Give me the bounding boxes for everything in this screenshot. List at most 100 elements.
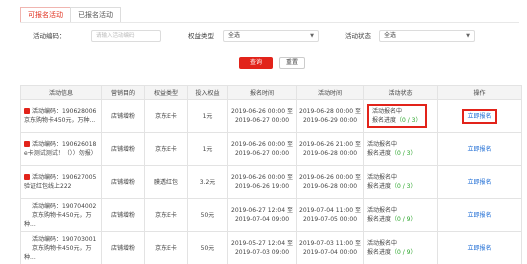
column-header: 营销目的 xyxy=(101,85,145,100)
activity-code: 活动编码：190627005 xyxy=(32,174,97,181)
progress-value: （0 / 3） xyxy=(391,150,417,157)
lock-icon xyxy=(24,140,30,147)
register-now-link[interactable]: 立即报名 xyxy=(467,245,491,252)
reset-button[interactable]: 重置 xyxy=(279,57,305,69)
activity-code: 活动编码：190704002 xyxy=(32,202,97,210)
activity-code: 活动编码：190626018 xyxy=(32,141,97,148)
activity-name: 京东购物卡450元，万种... xyxy=(24,117,96,124)
column-header: 活动信息 xyxy=(20,85,102,100)
progress-value: （0 / 9） xyxy=(391,216,417,223)
activity-status-label: 活动状态 xyxy=(345,32,371,40)
column-header: 操作 xyxy=(437,85,522,100)
table-row: 活动编码：190704002 京东购物卡450元，万种... 店铺增粉 京东E卡… xyxy=(20,198,522,232)
activity-end: 2019-07-05 00:00 xyxy=(302,216,358,223)
benefit-type-select[interactable]: 全选 ▼ xyxy=(223,30,319,42)
activity-info-cell: 活动编码：190703001 京东购物卡450元，万种... xyxy=(20,231,102,264)
status-text: 活动报名中 xyxy=(367,240,398,247)
register-now-link[interactable]: 立即报名 xyxy=(467,113,491,120)
status-text: 活动报名中 xyxy=(367,207,398,214)
amount-cell: 1元 xyxy=(187,132,228,166)
activity-status-value: 全选 xyxy=(384,32,397,39)
signup-start: 2019-06-26 00:00 至 xyxy=(231,174,293,181)
activity-start: 2019-06-26 00:00 至 xyxy=(299,174,361,181)
tab-divider xyxy=(20,22,519,23)
lock-icon xyxy=(24,173,30,180)
purpose-cell: 店铺增粉 xyxy=(101,165,145,199)
signup-time-cell: 2019-06-26 00:00 至 2019-06-26 19:00 xyxy=(227,165,297,199)
activity-info-cell: 活动编码：190627005 验证红包线上222 xyxy=(20,165,102,199)
progress-label: 报名进度 xyxy=(367,216,392,223)
signup-time-cell: 2019-05-27 12:04 至 2019-07-03 09:00 xyxy=(227,231,297,264)
activity-time-cell: 2019-06-26 21:00 至 2019-06-28 00:00 xyxy=(296,132,364,166)
progress-label: 报名进度 xyxy=(372,117,397,124)
benefit-type-cell: 京东E卡 xyxy=(144,99,188,133)
query-button[interactable]: 查询 xyxy=(239,57,273,69)
amount-cell: 50元 xyxy=(187,231,228,264)
action-highlight: 立即报名 xyxy=(462,108,497,124)
status-cell: 活动报名中 报名进度（0 / 3） xyxy=(363,165,438,199)
progress-label: 报名进度 xyxy=(367,150,392,157)
purpose-cell: 店铺增粉 xyxy=(101,231,145,264)
status-cell: 活动报名中 报名进度（0 / 9） xyxy=(363,198,438,232)
table-row: 活动编码：190627005 验证红包线上222 店铺增粉 膜透红包 3.2元 … xyxy=(20,165,522,199)
progress-label: 报名进度 xyxy=(367,183,392,190)
benefit-type-cell: 京东E卡 xyxy=(144,198,188,232)
signup-end: 2019-07-04 09:00 xyxy=(234,216,290,223)
activity-time-cell: 2019-07-04 11:00 至 2019-07-05 00:00 xyxy=(296,198,364,232)
column-header: 报名时间 xyxy=(227,85,297,100)
table-header-row: 活动信息 营销目的 权益类型 投入权益 报名时间 活动时间 活动状态 操作 xyxy=(20,85,522,100)
benefit-type-cell: 京东E卡 xyxy=(144,132,188,166)
tab-registered-activities[interactable]: 已报名活动 xyxy=(70,7,121,23)
signup-end: 2019-06-27 00:00 xyxy=(234,150,290,157)
activity-end: 2019-07-04 00:00 xyxy=(302,249,358,256)
column-header: 权益类型 xyxy=(144,85,188,100)
chevron-down-icon: ▼ xyxy=(310,33,314,39)
column-header: 活动状态 xyxy=(363,85,438,100)
activity-code-input[interactable]: 请输入活动编码 xyxy=(91,30,161,42)
activity-start: 2019-07-03 11:00 至 xyxy=(299,240,361,247)
benefit-type-value: 全选 xyxy=(228,32,241,39)
amount-cell: 50元 xyxy=(187,198,228,232)
progress-value: （0 / 3） xyxy=(391,183,417,190)
table-row: 活动编码：190628006 京东购物卡450元，万种... 店铺增粉 京东E卡… xyxy=(20,99,522,133)
lock-icon xyxy=(24,107,30,114)
status-cell: 活动报名中 报名进度（0 / 3） xyxy=(363,99,438,133)
activity-info-cell: 活动编码：190626018 e卡测试测试！（））勿报） xyxy=(20,132,102,166)
signup-end: 2019-07-03 09:00 xyxy=(234,249,290,256)
progress-value: （0 / 9） xyxy=(391,249,417,256)
benefit-type-cell: 京东E卡 xyxy=(144,231,188,264)
register-now-link[interactable]: 立即报名 xyxy=(467,212,491,219)
register-now-link[interactable]: 立即报名 xyxy=(467,146,491,153)
activity-end: 2019-06-28 00:00 xyxy=(302,150,358,157)
status-text: 活动报名中 xyxy=(367,141,398,148)
purpose-cell: 店铺增粉 xyxy=(101,198,145,232)
activity-code-label: 活动编码： xyxy=(33,32,66,40)
activity-start: 2019-06-28 00:00 至 xyxy=(299,108,361,115)
purpose-cell: 店铺增粉 xyxy=(101,132,145,166)
amount-cell: 1元 xyxy=(187,99,228,133)
action-cell: 立即报名 xyxy=(437,99,522,133)
activity-name: e卡测试测试！（））勿报） xyxy=(24,150,97,157)
activity-status-select[interactable]: 全选 ▼ xyxy=(379,30,475,42)
signup-start: 2019-06-27 12:04 至 xyxy=(231,207,293,214)
activity-info-cell: 活动编码：190628006 京东购物卡450元，万种... xyxy=(20,99,102,133)
column-header: 投入权益 xyxy=(187,85,228,100)
tab-bar: 可报名活动 已报名活动 xyxy=(20,7,121,23)
status-cell: 活动报名中 报名进度（0 / 9） xyxy=(363,231,438,264)
progress-value: （0 / 3） xyxy=(396,117,422,124)
activity-code: 活动编码：190628006 xyxy=(32,108,97,115)
activity-name: 验证红包线上222 xyxy=(24,183,72,190)
activity-end: 2019-06-28 00:00 xyxy=(302,183,358,190)
signup-start: 2019-06-26 00:00 至 xyxy=(231,141,293,148)
activity-time-cell: 2019-07-03 11:00 至 2019-07-04 00:00 xyxy=(296,231,364,264)
table-row: 活动编码：190703001 京东购物卡450元，万种... 店铺增粉 京东E卡… xyxy=(20,231,522,264)
tab-available-activities[interactable]: 可报名活动 xyxy=(20,7,71,23)
progress-label: 报名进度 xyxy=(367,249,392,256)
signup-time-cell: 2019-06-27 12:04 至 2019-07-04 09:00 xyxy=(227,198,297,232)
register-now-link[interactable]: 立即报名 xyxy=(467,179,491,186)
action-cell: 立即报名 xyxy=(437,165,522,199)
signup-time-cell: 2019-06-26 00:00 至 2019-06-27 00:00 xyxy=(227,132,297,166)
status-highlight: 活动报名中 报名进度（0 / 3） xyxy=(367,104,427,128)
activity-name: 京东购物卡450元，万种... xyxy=(24,244,92,261)
column-header: 活动时间 xyxy=(296,85,364,100)
